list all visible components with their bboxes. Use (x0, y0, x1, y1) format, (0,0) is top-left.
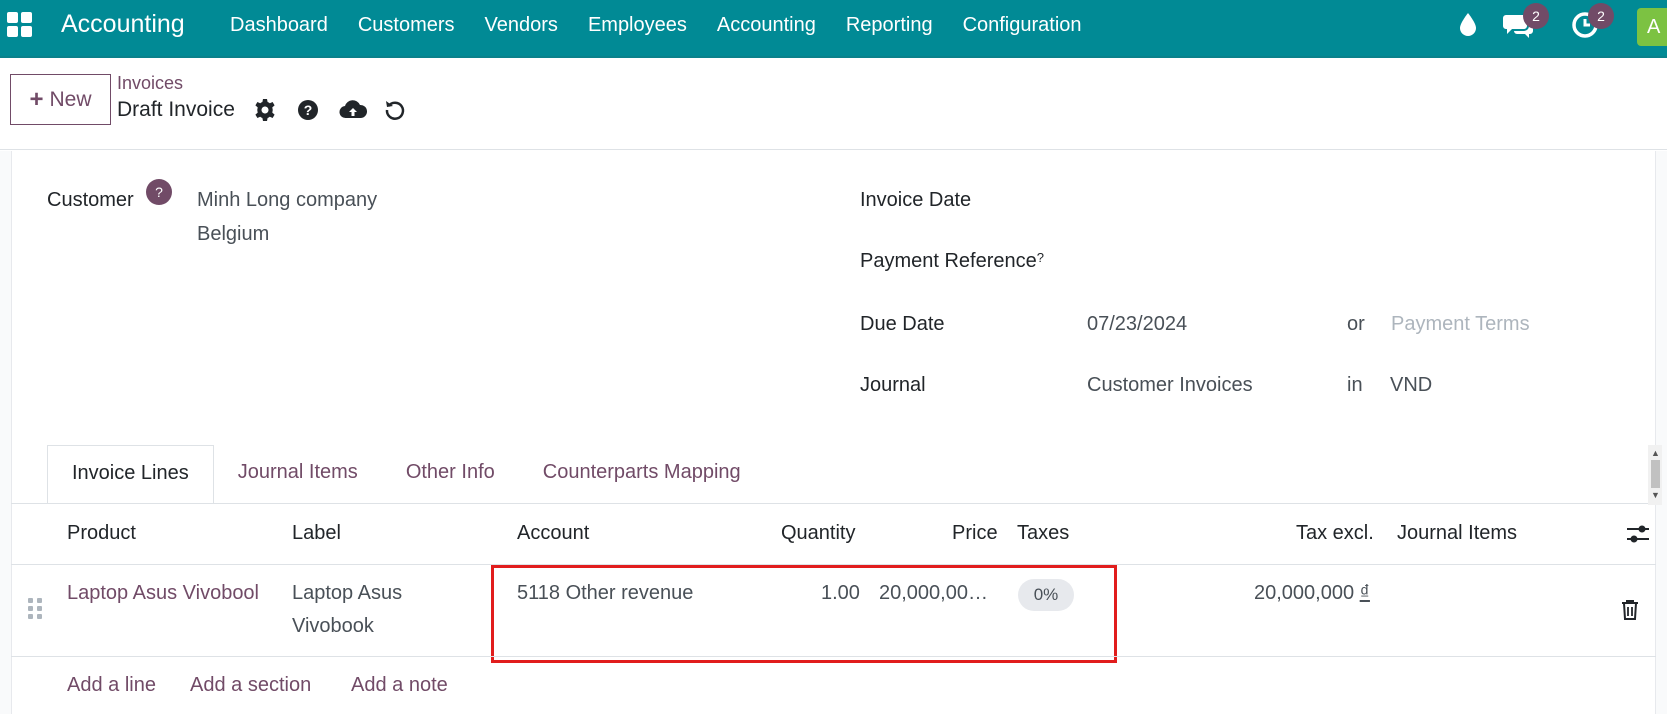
row-tax-excl: 20,000,000 ₫ (1254, 582, 1370, 604)
scroll-down-arrow-icon[interactable]: ▼ (1651, 490, 1660, 500)
drop-icon[interactable] (1457, 11, 1479, 42)
menu-employees[interactable]: Employees (573, 14, 702, 37)
add-line-link[interactable]: Add a line (67, 674, 156, 697)
journal-label: Journal (860, 374, 926, 396)
breadcrumb-current: Draft Invoice (117, 98, 235, 121)
plus-icon: + (29, 85, 44, 113)
payment-reference-help[interactable]: ? (1037, 250, 1044, 265)
row-divider (11, 656, 1656, 657)
menu-reporting[interactable]: Reporting (831, 14, 948, 37)
control-panel: + New Invoices Draft Invoice ? (0, 60, 1667, 150)
due-date-input[interactable]: 07/23/2024 (1087, 313, 1187, 336)
help-icon[interactable]: ? (296, 98, 320, 122)
tab-counterparts-mapping[interactable]: Counterparts Mapping (519, 445, 765, 504)
menu-dashboard[interactable]: Dashboard (215, 14, 343, 37)
add-section-link[interactable]: Add a section (190, 674, 311, 697)
currency-symbol: ₫ (1359, 582, 1370, 604)
scroll-thumb[interactable] (1651, 460, 1660, 488)
menu-accounting[interactable]: Accounting (702, 14, 831, 37)
in-text: in (1347, 374, 1363, 396)
customer-name[interactable]: Minh Long company (197, 189, 377, 212)
messages-badge: 2 (1523, 3, 1549, 29)
drag-handle-icon[interactable] (28, 598, 42, 622)
customer-help-icon[interactable]: ? (146, 179, 172, 205)
or-text: or (1347, 313, 1365, 335)
payment-reference-label: Payment Reference? (860, 250, 1044, 272)
row-product[interactable]: Laptop Asus Vivobool (67, 582, 285, 605)
menu-vendors[interactable]: Vendors (470, 14, 573, 37)
main-menu: Dashboard Customers Vendors Employees Ac… (215, 14, 1097, 37)
apps-menu-icon[interactable] (7, 12, 33, 38)
tabs-divider (11, 503, 1656, 504)
tab-invoice-lines[interactable]: Invoice Lines (47, 445, 214, 504)
payment-terms-input[interactable]: Payment Terms (1391, 313, 1530, 336)
breadcrumb-invoices[interactable]: Invoices (117, 73, 183, 94)
add-note-link[interactable]: Add a note (351, 674, 448, 697)
optional-columns-icon[interactable] (1626, 522, 1650, 551)
due-date-label: Due Date (860, 313, 945, 335)
column-header-taxes[interactable]: Taxes (1017, 522, 1069, 545)
column-header-account[interactable]: Account (517, 522, 589, 545)
row-label-line2[interactable]: Vivobook (292, 615, 374, 638)
cloud-upload-icon[interactable] (339, 98, 368, 122)
new-button-label: New (49, 87, 92, 111)
column-header-product[interactable]: Product (67, 522, 136, 545)
row-label-line1[interactable]: Laptop Asus (292, 582, 402, 605)
activities-badge: 2 (1588, 3, 1614, 29)
highlight-box (491, 565, 1117, 663)
new-button[interactable]: + New (10, 74, 111, 125)
menu-configuration[interactable]: Configuration (948, 14, 1097, 37)
tab-journal-items[interactable]: Journal Items (214, 445, 382, 504)
column-header-price[interactable]: Price (952, 522, 998, 545)
column-header-tax-excl[interactable]: Tax excl. (1296, 522, 1374, 545)
customer-country: Belgium (197, 223, 270, 245)
menu-customers[interactable]: Customers (343, 14, 470, 37)
app-name[interactable]: Accounting (61, 10, 185, 39)
journal-input[interactable]: Customer Invoices (1087, 374, 1253, 397)
currency-input[interactable]: VND (1390, 374, 1432, 397)
user-avatar[interactable]: A (1637, 8, 1667, 46)
column-header-label[interactable]: Label (292, 522, 341, 545)
trash-icon[interactable] (1620, 599, 1640, 626)
column-header-journal-items[interactable]: Journal Items (1397, 522, 1517, 545)
discard-icon[interactable] (383, 98, 407, 122)
gear-icon[interactable] (253, 98, 277, 122)
svg-text:?: ? (304, 102, 313, 118)
tab-other-info[interactable]: Other Info (382, 445, 519, 504)
column-header-quantity[interactable]: Quantity (781, 522, 855, 545)
notebook-tabs: Invoice Lines Journal Items Other Info C… (47, 445, 765, 504)
top-navbar: Accounting Dashboard Customers Vendors E… (0, 0, 1667, 58)
scroll-up-arrow-icon[interactable]: ▲ (1651, 448, 1660, 458)
invoice-date-label: Invoice Date (860, 189, 972, 211)
customer-label: Customer (47, 189, 134, 211)
